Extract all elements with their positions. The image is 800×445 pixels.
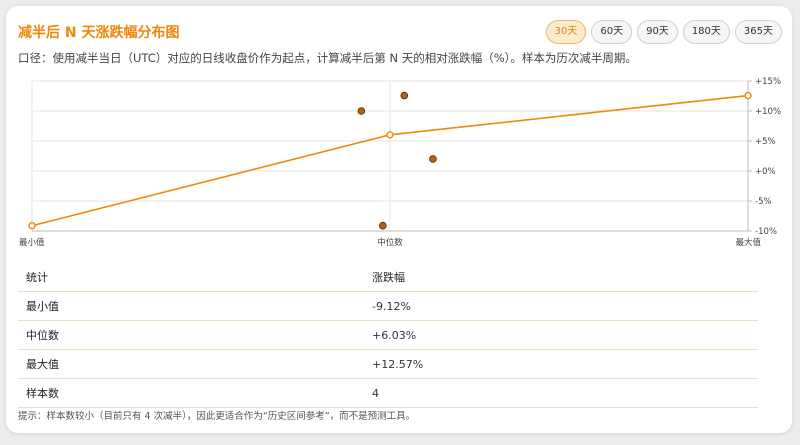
row-label: 样本数 xyxy=(18,378,372,408)
header-stat: 统计 xyxy=(18,263,372,292)
sample-point xyxy=(379,221,387,230)
disclaimer-note: 提示：样本数较小（目前只有 4 次减半），因此更适合作为“历史区间参考”，而不是… xyxy=(18,411,416,422)
row-value: +12.57% xyxy=(372,349,758,379)
distribution-chart: +15% +10% +5% +0% -5% -10% 最小值 中位数 最大值 xyxy=(19,77,781,248)
header-change: 涨跌幅 xyxy=(372,263,758,292)
x-tick-label: 最小值 xyxy=(19,237,45,248)
row-value: +6.03% xyxy=(372,320,758,350)
row-value: 4 xyxy=(372,378,758,408)
sample-point xyxy=(400,91,409,100)
table-row: 最大值 +12.57% xyxy=(18,349,758,379)
row-value: -9.12% xyxy=(372,291,758,321)
y-tick-label: +0% xyxy=(755,167,776,177)
chart-card: 减半后 N 天涨跌幅分布图 30天 60天 90天 180天 365天 口径：使… xyxy=(6,6,792,433)
sample-point xyxy=(357,107,366,115)
y-tick-label: -10% xyxy=(755,227,777,237)
sample-point xyxy=(429,155,437,163)
stats-table: 统计 涨跌幅 最小值 -9.12% 中位数 +6.03% 最大值 +12.57%… xyxy=(18,263,758,408)
row-label: 中位数 xyxy=(18,320,372,350)
y-tick-label: +10% xyxy=(755,107,781,117)
line-point xyxy=(28,222,36,230)
x-tick-label: 最大值 xyxy=(735,237,761,248)
table-row: 最小值 -9.12% xyxy=(18,291,758,321)
y-tick-label: +5% xyxy=(755,137,776,147)
row-label: 最大值 xyxy=(18,349,372,379)
row-label: 最小值 xyxy=(18,291,372,321)
table-row: 样本数 4 xyxy=(18,378,758,408)
y-tick-label: -5% xyxy=(755,197,772,207)
line-point xyxy=(744,91,752,100)
line-point xyxy=(386,131,394,139)
table-header-row: 统计 涨跌幅 xyxy=(18,263,758,292)
table-row: 中位数 +6.03% xyxy=(18,320,758,350)
x-tick-label: 中位数 xyxy=(377,237,403,248)
y-tick-label: +15% xyxy=(755,77,781,87)
